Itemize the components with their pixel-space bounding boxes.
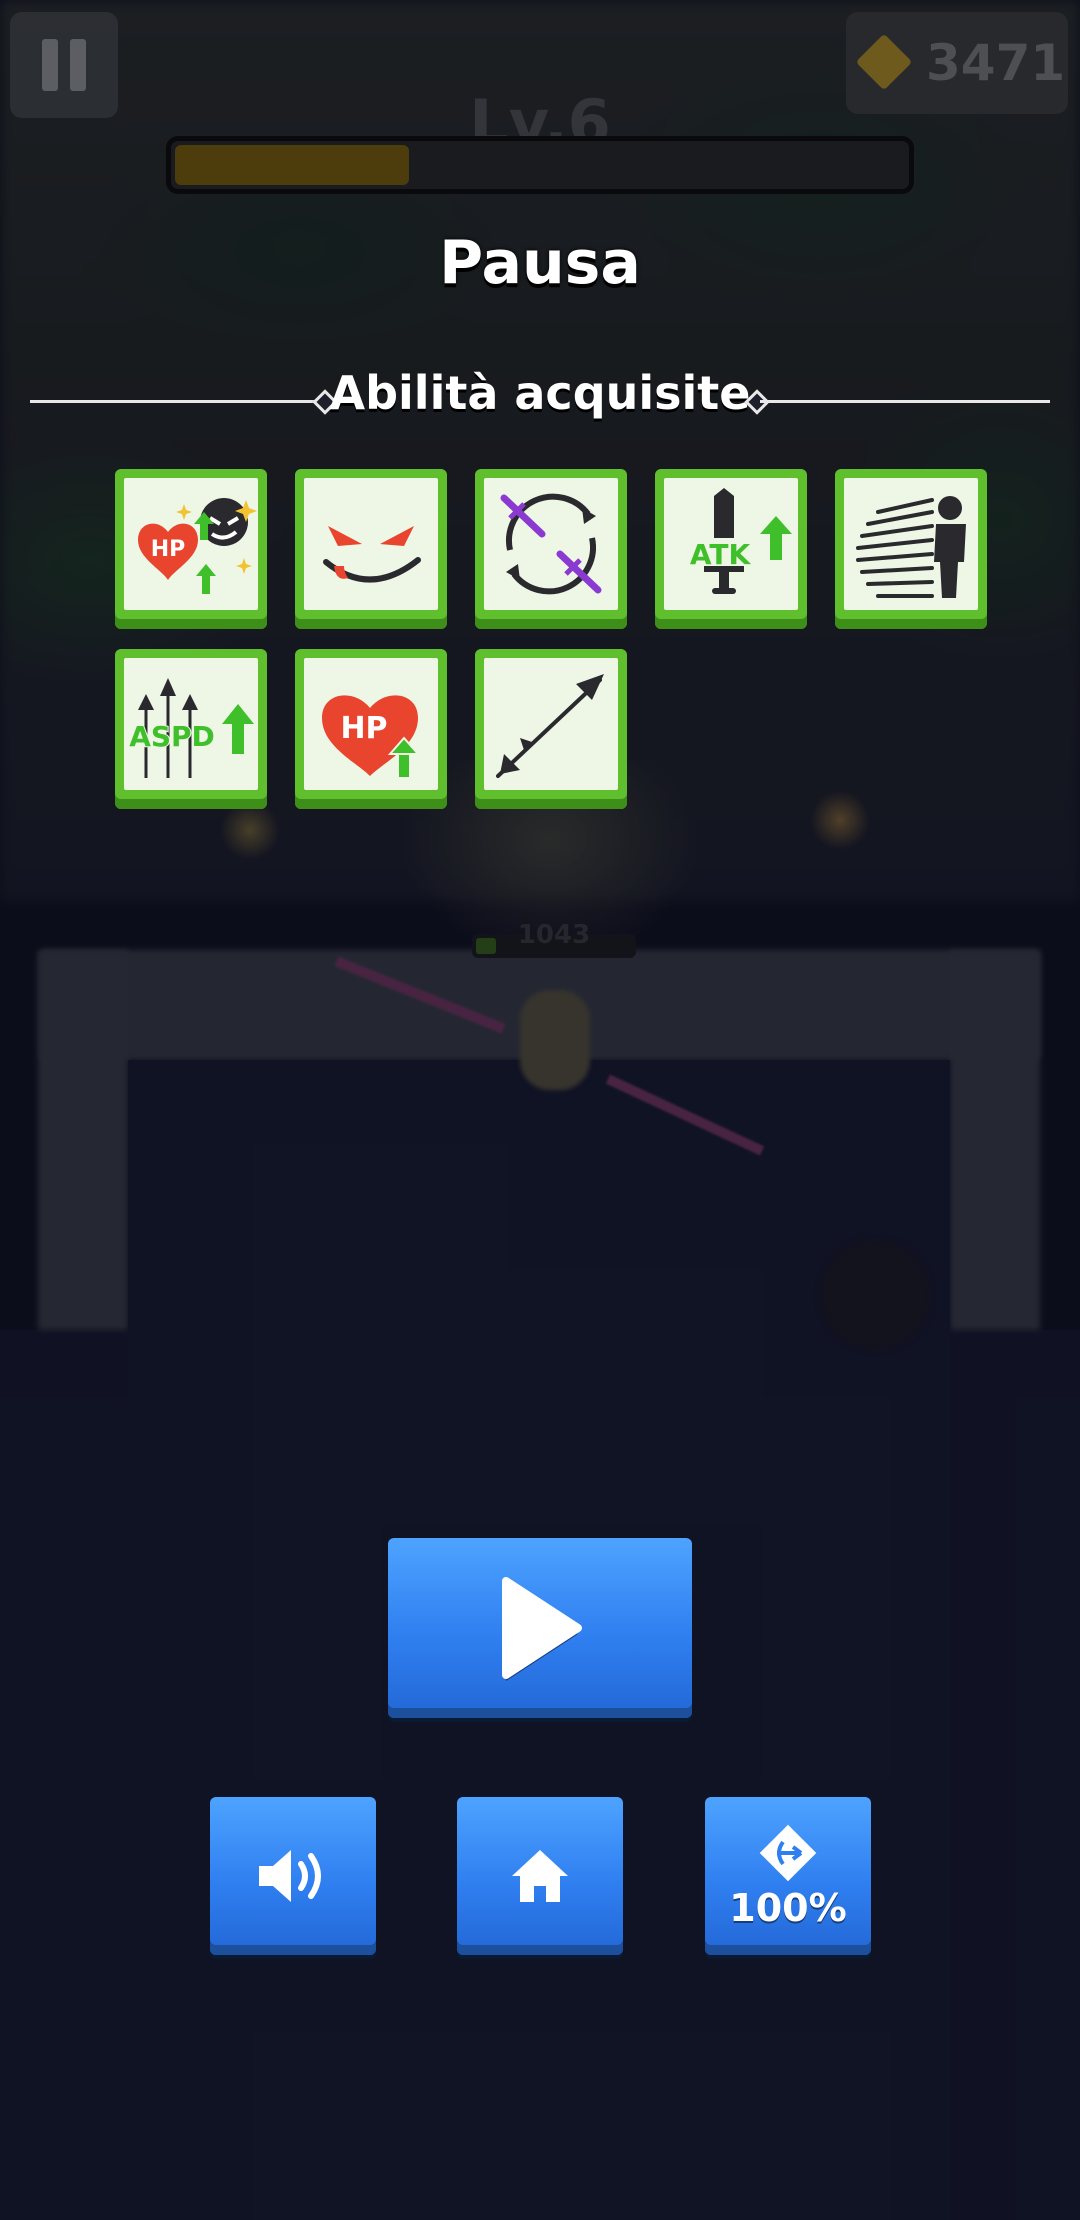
speed-label: 100% <box>729 1886 847 1930</box>
sound-toggle-button[interactable] <box>210 1797 376 1955</box>
skill-text: HP <box>151 537 186 562</box>
gem-count: 3471 <box>926 34 1066 92</box>
rage-face-icon <box>323 526 421 583</box>
skill-slot[interactable] <box>295 469 447 629</box>
play-icon <box>502 1577 582 1681</box>
skill-text: HP <box>340 711 387 746</box>
divider-line <box>760 400 1050 403</box>
skill-icon-bg: HP <box>124 478 258 610</box>
section-title: Abilità acquisite <box>329 366 751 420</box>
skill-slot[interactable] <box>475 469 627 629</box>
hp-boost-icon: HP <box>138 498 257 594</box>
skill-slot[interactable] <box>475 649 627 809</box>
max-hp-boost-icon: HP <box>322 695 421 779</box>
bow-icon <box>759 1824 817 1882</box>
xp-bar <box>166 136 914 194</box>
resume-button[interactable] <box>388 1538 692 1718</box>
skill-icon-bg <box>484 478 618 610</box>
xp-bar-fill <box>175 145 409 185</box>
pause-icon <box>42 39 58 91</box>
acquired-skills-header: Abilità acquisite <box>30 366 1050 436</box>
sword-orbit-icon <box>500 493 602 595</box>
skill-text: ASPD <box>129 720 215 753</box>
skill-icon-bg <box>484 658 618 790</box>
attack-speed-boost-icon: ASPD <box>128 678 254 778</box>
skill-icon-bg: ATK <box>664 478 798 610</box>
skill-slot[interactable]: ATK <box>655 469 807 629</box>
skill-slot[interactable]: HP <box>295 649 447 809</box>
pause-title: Pausa <box>439 228 641 298</box>
skill-icon-bg <box>844 478 978 610</box>
home-button[interactable] <box>457 1797 623 1955</box>
skill-slot[interactable]: HP <box>115 469 267 629</box>
speed-dash-icon <box>856 496 966 598</box>
skill-text: ATK <box>690 538 752 571</box>
skill-icon-bg <box>304 478 438 610</box>
auto-speed-button[interactable]: 100% <box>705 1797 871 1955</box>
skill-slot[interactable]: ASPD <box>115 649 267 809</box>
attack-boost-icon: ATK <box>690 488 792 594</box>
pause-icon-bar <box>70 39 86 91</box>
skill-icon-bg: ASPD <box>124 658 258 790</box>
speaker-icon <box>259 1850 321 1902</box>
home-icon <box>512 1850 568 1902</box>
skill-slot[interactable] <box>835 469 987 629</box>
arrow-icon <box>496 674 604 778</box>
skill-icon-bg: HP <box>304 658 438 790</box>
gem-icon <box>855 33 913 91</box>
